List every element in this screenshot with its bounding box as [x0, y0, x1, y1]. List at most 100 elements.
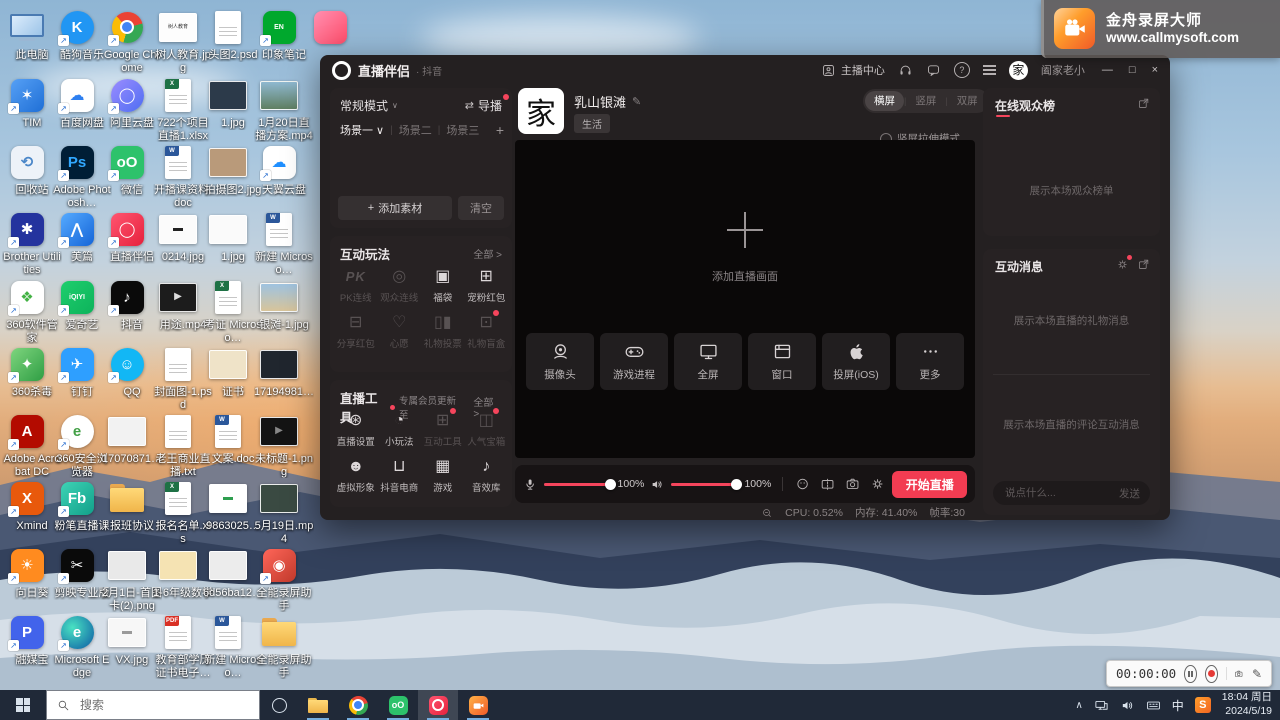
settings-icon[interactable]	[870, 476, 885, 492]
edit-icon[interactable]: ✎	[632, 95, 641, 108]
desktop-icon[interactable]: 头图2.psd	[203, 8, 253, 62]
interact-item[interactable]: ♡心愿	[378, 312, 422, 350]
desktop-icon[interactable]: A↗Adobe Acrobat DC	[2, 412, 52, 478]
desktop-icon[interactable]: ▬9863025…	[203, 479, 253, 533]
source-button-webcam[interactable]: 摄像头	[526, 333, 594, 390]
desktop-icon[interactable]: 树人教育树人教育.jpg	[153, 8, 203, 74]
pause-button[interactable]	[1184, 665, 1197, 683]
account-avatar[interactable]: 家	[1009, 61, 1028, 80]
microphone-icon[interactable]	[523, 477, 537, 492]
desktop-icon[interactable]	[305, 8, 355, 49]
tool-item[interactable]: ◔小玩法	[378, 410, 422, 448]
desktop-icon[interactable]: ⟲回收站	[2, 143, 52, 197]
desktop-icon[interactable]: ♪↗抖音	[102, 278, 152, 332]
interact-all-link[interactable]: 全部 >	[473, 246, 502, 261]
desktop-icon[interactable]: 5月19日.mp4	[254, 479, 304, 545]
desktop-icon[interactable]: X↗Xmind	[2, 479, 52, 533]
sogou-input-icon[interactable]: S	[1195, 697, 1211, 713]
message-settings-icon[interactable]	[1116, 258, 1129, 271]
desktop-icon[interactable]: ◉↗全能录屏助手	[254, 546, 304, 612]
desktop-icon[interactable]: ☺↗QQ	[102, 345, 152, 399]
tool-item[interactable]: ⊞互动工具	[421, 410, 465, 448]
source-button-more[interactable]: 更多	[896, 333, 964, 390]
source-button-monitor[interactable]: 全屏	[674, 333, 742, 390]
popout-icon[interactable]	[1137, 97, 1150, 110]
add-material-button[interactable]: + 添加素材	[338, 196, 452, 220]
desktop-icon[interactable]: 老王商业直播.txt	[153, 412, 203, 478]
live-preview-area[interactable]: 添加直播画面 摄像头游戏进程全屏窗口投屏(iOS)更多	[515, 140, 975, 458]
minimize-button[interactable]: —	[1102, 64, 1113, 76]
tool-item[interactable]: ♪音效库	[465, 456, 509, 494]
orientation-option[interactable]: 竖屏	[906, 91, 945, 111]
desktop-icon[interactable]: ✈↗钉钉	[52, 345, 102, 399]
taskbar-file-explorer[interactable]	[298, 690, 338, 720]
search-input[interactable]	[78, 697, 232, 713]
desktop-icon[interactable]: 2月1日-首图卡(2).png	[102, 546, 152, 612]
tool-item[interactable]: ◫人气宝箱	[465, 410, 509, 448]
touch-keyboard-icon[interactable]	[1146, 698, 1161, 713]
interact-item[interactable]: ⊟分享红包	[334, 312, 378, 350]
orientation-option[interactable]: 双屏	[948, 91, 987, 111]
add-screen-plus-icon[interactable]	[727, 212, 763, 248]
desktop-icon[interactable]: ⋀↗美篇	[52, 210, 102, 264]
desktop-icon[interactable]: 1.jpg	[203, 210, 253, 264]
desktop-icon[interactable]: 拍摄图2.jpg	[203, 143, 253, 197]
taskbar-search[interactable]	[46, 690, 260, 720]
chat-bubble-icon[interactable]	[926, 63, 941, 78]
speaker-icon[interactable]	[650, 477, 664, 492]
interact-item[interactable]: ▯▮礼物投票	[421, 312, 465, 350]
headset-icon[interactable]	[898, 63, 913, 78]
category-tag[interactable]: 生活	[574, 114, 610, 133]
desktop-icon[interactable]: EN↗印象笔记	[254, 8, 304, 62]
taskbar-jinzhou-recorder[interactable]	[458, 690, 498, 720]
start-live-button[interactable]: 开始直播	[892, 471, 967, 498]
taskbar-clock[interactable]: 18:04 周日 2024/5/19	[1222, 691, 1272, 718]
desktop-icon[interactable]: ✱↗Brother Utilities	[2, 210, 52, 276]
desktop-icon[interactable]: ▶用途.mp4	[153, 278, 203, 332]
interact-item[interactable]: ⊞宠粉红包	[465, 266, 509, 304]
record-button[interactable]	[1205, 665, 1218, 683]
desktop-icon[interactable]: 1月20日直播方案.mp4	[254, 76, 304, 142]
tool-item[interactable]: ⊔抖音电商	[378, 456, 422, 494]
titlebar[interactable]: 直播伴侣 · 抖音 主播中心 ? 家 阖家老小 — □ ×	[320, 55, 1170, 85]
interact-item[interactable]: ▣福袋	[421, 266, 465, 304]
desktop-icon[interactable]: PDF教育部学历证书电子注册…	[153, 613, 203, 679]
scene-tab[interactable]: 场景二	[399, 122, 432, 138]
tool-item[interactable]: ☻虚拟形象	[334, 456, 378, 494]
desktop-icon[interactable]: 1-6年级数学	[153, 546, 203, 600]
desktop-icon[interactable]: W开播课资料.doc	[153, 143, 203, 209]
desktop-icon[interactable]: e↗Microsoft Edge	[52, 613, 102, 679]
desktop-icon[interactable]: 6d56ba12…	[203, 546, 253, 600]
desktop-icon[interactable]: 银滩-1.jpg	[254, 278, 304, 332]
desktop-icon[interactable]: W新建 Microso…	[203, 613, 253, 679]
send-button[interactable]: 发送	[1119, 486, 1140, 501]
anchor-center-button[interactable]: 主播中心	[821, 62, 885, 78]
help-icon[interactable]: ?	[954, 62, 970, 78]
desktop-icon[interactable]: X报名名单.xls	[153, 479, 203, 545]
desktop-icon[interactable]: ◯↗阿里云盘	[102, 76, 152, 130]
scene-tab[interactable]: 场景三	[446, 122, 479, 138]
menu-icon[interactable]	[983, 65, 996, 75]
desktop-icon[interactable]: 1.jpg	[203, 76, 253, 130]
desktop-icon[interactable]: X考证 Microso…	[203, 278, 253, 344]
source-button-gamepad[interactable]: 游戏进程	[600, 333, 668, 390]
desktop-icon[interactable]: ◯↗直播伴侣	[102, 210, 152, 264]
desktop-icon[interactable]: 报班协议	[102, 479, 152, 533]
desktop-icon[interactable]: X722个项目直播1.xlsx	[153, 76, 203, 142]
desktop-icon[interactable]: 17194981…	[254, 345, 304, 399]
clear-button[interactable]: 清空	[458, 196, 504, 220]
scene-tab[interactable]: 场景一 ∨	[340, 122, 384, 138]
interact-item[interactable]: ◎观众连线	[378, 266, 422, 304]
annotate-icon[interactable]: ✎	[1252, 667, 1262, 681]
hidden-icons-chevron[interactable]: ∧	[1075, 700, 1082, 711]
desktop-icon[interactable]: ▬VX.jpg	[102, 613, 152, 667]
director-button[interactable]: ⇄ 导播	[465, 97, 502, 114]
desktop-icon[interactable]: ✂↗剪映专业版	[52, 546, 102, 600]
desktop-icon[interactable]: K↗酷狗音乐	[52, 8, 102, 62]
desktop-icon[interactable]: Ps↗Adobe Photosh…	[52, 143, 102, 209]
source-button-apple[interactable]: 投屏(iOS)	[822, 333, 890, 390]
desktop-icon[interactable]: ▬0214.jpg	[153, 210, 203, 264]
desktop-icon[interactable]: 17070871…	[102, 412, 152, 466]
mirror-flip-icon[interactable]	[820, 476, 835, 492]
desktop-icon[interactable]: iQIYI↗爱奇艺	[52, 278, 102, 332]
